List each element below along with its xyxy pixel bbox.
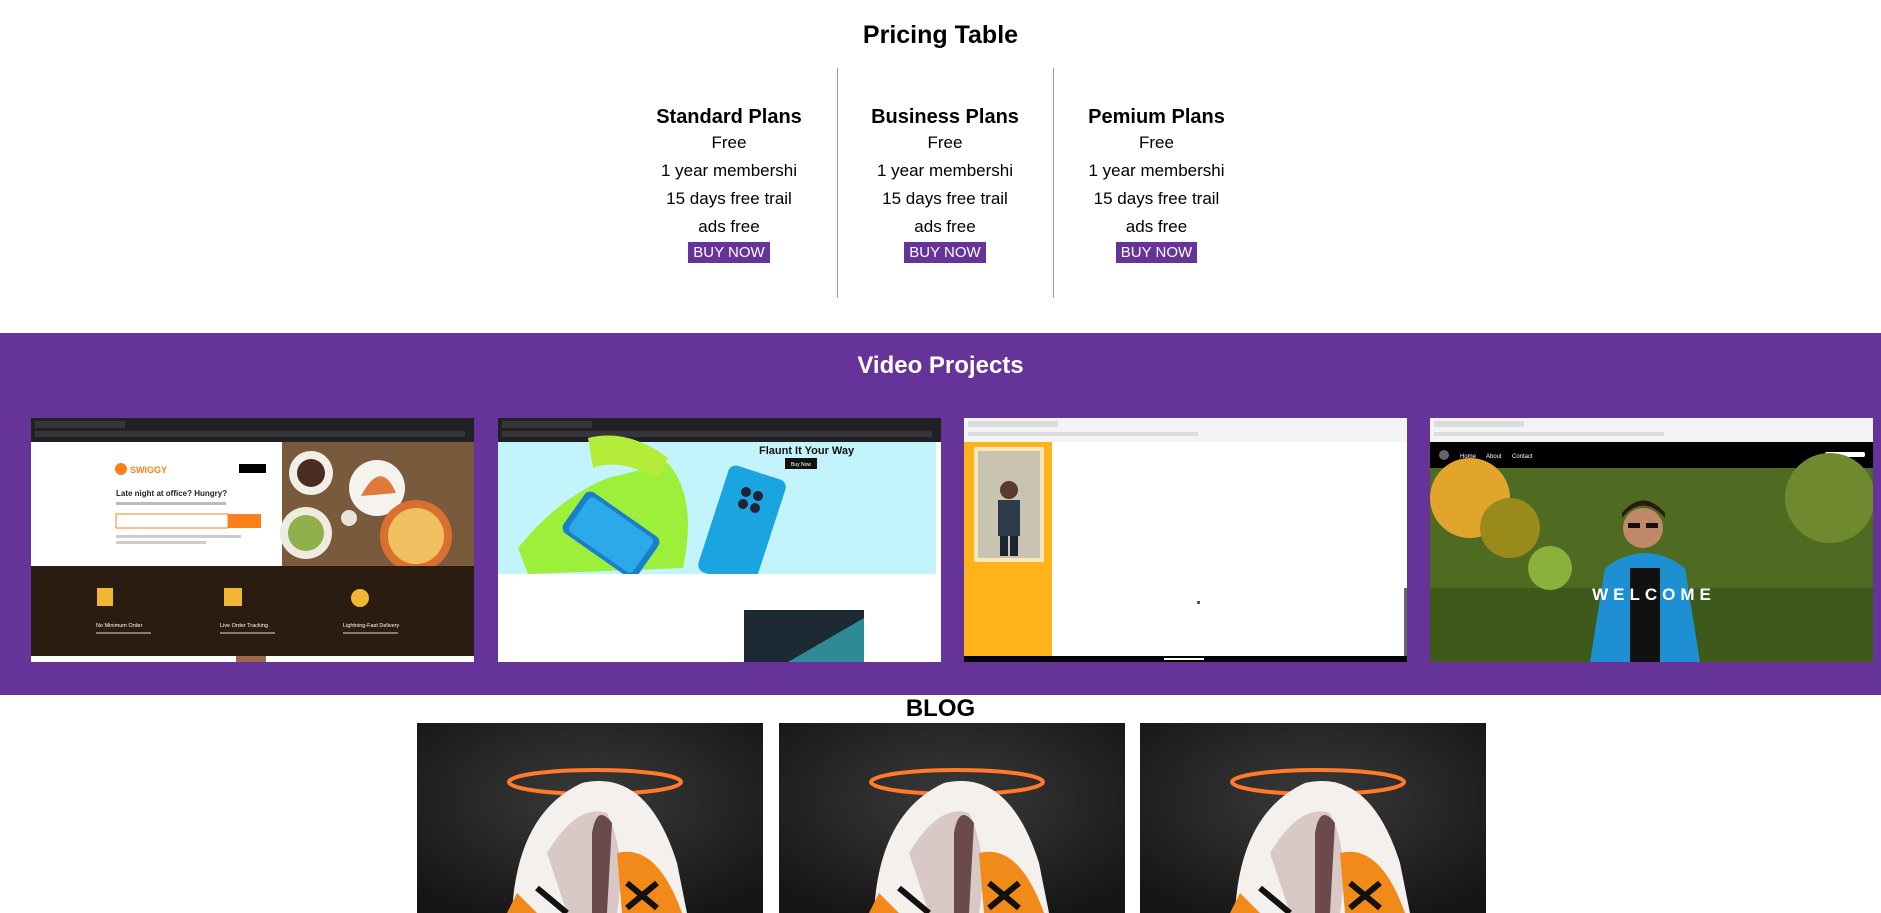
video-projects-title: Video Projects: [857, 352, 1024, 379]
plan-feature: 15 days free trail: [882, 189, 1008, 208]
plan-name: Standard Plans: [656, 106, 802, 128]
plan-price: Free: [927, 133, 963, 152]
plan-price: Free: [711, 133, 747, 152]
blog-card[interactable]: [779, 723, 1125, 913]
welcome-nav-item: Contact: [1512, 454, 1533, 460]
swiggy-screenshot-image: SWIGGY Late night at office? Hungry? No …: [31, 418, 474, 662]
swiggy-logo-text: SWIGGY: [130, 465, 167, 475]
video-thumb-swiggy[interactable]: SWIGGY Late night at office? Hungry? No …: [31, 418, 474, 662]
plan-feature: 1 year membershi: [876, 161, 1014, 180]
swiggy-feature-text: No Minimum Order: [96, 623, 143, 629]
plan-feature: ads free: [698, 217, 760, 236]
plan-premium: Pemium Plans Free 1 year membershi 15 da…: [1054, 68, 1260, 298]
plan-feature: 1 year membershi: [1088, 161, 1225, 180]
plan-business: Business Plans Free 1 year membershi 15 …: [836, 68, 1054, 298]
buy-now-button-business[interactable]: BUY NOW: [904, 242, 986, 263]
swiggy-feature-text: Live Order Tracking: [220, 623, 268, 629]
blog-image: [417, 723, 763, 913]
blog-image: [779, 723, 1125, 913]
buy-now-button-standard[interactable]: BUY NOW: [688, 242, 770, 263]
buy-now-button-premium[interactable]: BUY NOW: [1115, 242, 1198, 263]
plan-feature: 15 days free trail: [1093, 189, 1220, 208]
plan-price: Free: [1139, 133, 1174, 152]
plan-feature: 1 year membershi: [660, 161, 798, 180]
plan-feature: ads free: [914, 217, 976, 236]
video-thumb-portfolio[interactable]: [964, 418, 1407, 662]
video-thumb-welcome[interactable]: Home About Contact WELCOME: [1430, 418, 1873, 662]
blog-image: [1140, 723, 1486, 913]
video-projects-section: Video Projects SWIGGY Late night at offi…: [0, 333, 1881, 695]
swiggy-headline: Late night at office? Hungry?: [116, 489, 227, 498]
plan-feature: 15 days free trail: [666, 189, 792, 208]
plan-standard: Standard Plans Free 1 year membershi 15 …: [622, 68, 837, 298]
portfolio-screenshot-image: [964, 418, 1407, 662]
plans-row: Standard Plans Free 1 year membershi 15 …: [0, 68, 1881, 298]
pricing-section: Pricing Table Standard Plans Free 1 year…: [0, 0, 1881, 333]
swiggy-feature-text: Lightning-Fast Delivery: [343, 623, 399, 629]
phone-headline: Flaunt It Your Way: [759, 445, 855, 457]
plan-name: Business Plans: [871, 106, 1019, 128]
blog-card[interactable]: [417, 723, 763, 913]
blog-title: BLOG: [905, 695, 976, 722]
pricing-title: Pricing Table: [862, 21, 1019, 49]
blog-card[interactable]: [1140, 723, 1486, 913]
plan-feature: ads free: [1125, 217, 1188, 236]
welcome-hero-text: WELCOME: [1592, 585, 1716, 604]
welcome-nav-item: About: [1486, 454, 1502, 460]
welcome-screenshot-image: Home About Contact WELCOME: [1430, 418, 1873, 662]
video-thumb-phone-landing[interactable]: Flaunt It Your Way Buy Now: [498, 418, 941, 662]
phone-buy-now: Buy Now: [791, 462, 811, 468]
phone-landing-screenshot-image: Flaunt It Your Way Buy Now: [498, 418, 941, 662]
plan-name: Pemium Plans: [1088, 106, 1225, 128]
